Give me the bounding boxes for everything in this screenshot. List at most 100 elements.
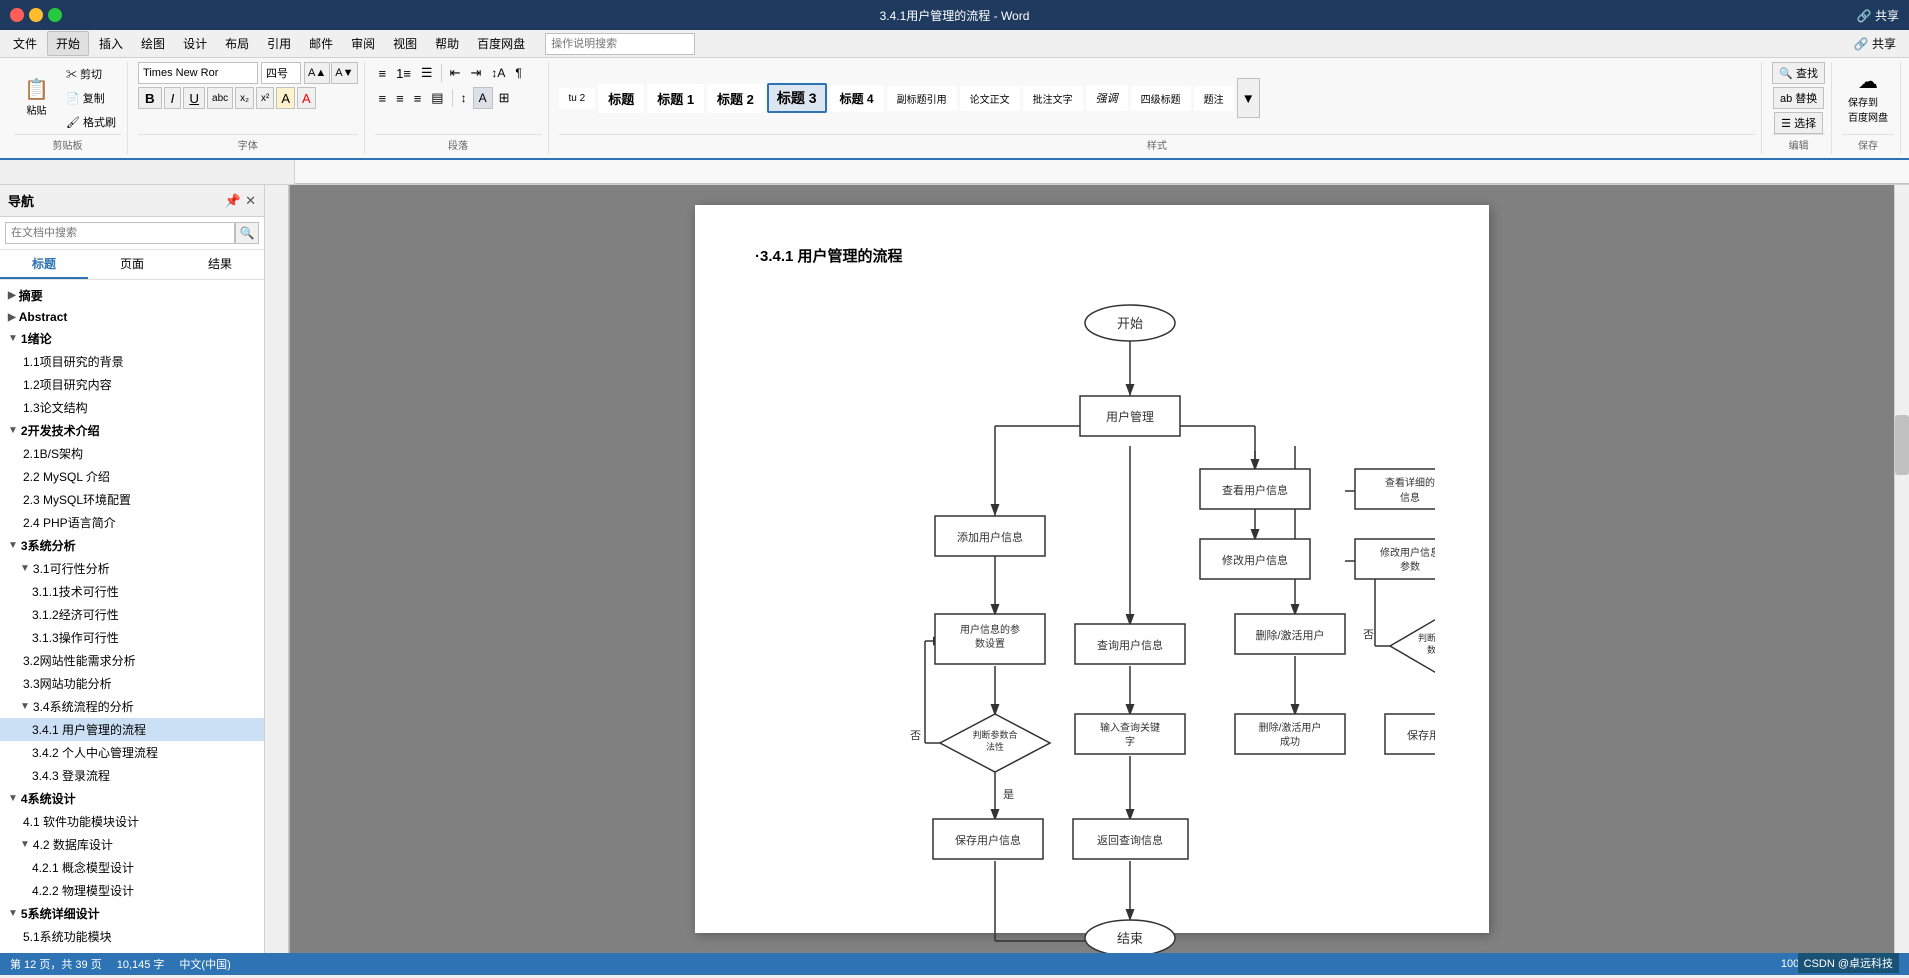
- menu-insert[interactable]: 插入: [91, 32, 131, 55]
- font-name-input[interactable]: [138, 62, 258, 84]
- sidebar-search-button[interactable]: 🔍: [235, 222, 259, 244]
- command-search[interactable]: [545, 33, 695, 55]
- menu-help[interactable]: 帮助: [427, 32, 467, 55]
- tree-item[interactable]: 3.1.1技术可行性: [0, 580, 264, 603]
- tree-item[interactable]: ▼1绪论: [0, 327, 264, 350]
- borders-button[interactable]: ⊞: [495, 87, 514, 109]
- tree-item[interactable]: ▼4系统设计: [0, 787, 264, 810]
- tree-item[interactable]: 1.1项目研究的背景: [0, 350, 264, 373]
- tree-item[interactable]: ▼4.2 数据库设计: [0, 833, 264, 856]
- font-grow-button[interactable]: A▲: [304, 62, 330, 84]
- decrease-indent-button[interactable]: ⇤: [446, 62, 465, 84]
- sidebar-tab-headings[interactable]: 标题: [0, 250, 88, 279]
- menu-design[interactable]: 设计: [175, 32, 215, 55]
- document-area[interactable]: ·3.4.1 用户管理的流程: [265, 185, 1894, 953]
- share-button[interactable]: 🔗 共享: [1857, 7, 1899, 24]
- tree-item[interactable]: 2.2 MySQL 介绍: [0, 465, 264, 488]
- font-shrink-button[interactable]: A▼: [331, 62, 357, 84]
- menu-mailings[interactable]: 邮件: [301, 32, 341, 55]
- style-h4[interactable]: 标题 4: [830, 85, 884, 112]
- style-h4b[interactable]: 四级标题: [1131, 86, 1191, 111]
- maximize-button[interactable]: [48, 8, 62, 22]
- tree-item[interactable]: ▼2开发技术介绍: [0, 419, 264, 442]
- minimize-button[interactable]: [29, 8, 43, 22]
- tree-item[interactable]: ▼5系统详细设计: [0, 902, 264, 925]
- tree-item[interactable]: 3.1.2经济可行性: [0, 603, 264, 626]
- sidebar-close-button[interactable]: ✕: [245, 193, 256, 209]
- tree-item[interactable]: ▼3.1可行性分析: [0, 557, 264, 580]
- bullets-button[interactable]: ≡: [375, 62, 391, 84]
- save-baidu-button[interactable]: ☁ 保存到百度网盘: [1842, 68, 1894, 128]
- align-center-button[interactable]: ≡: [392, 87, 408, 109]
- strikethrough-button[interactable]: abc: [207, 87, 233, 109]
- menu-references[interactable]: 引用: [259, 32, 299, 55]
- style-body[interactable]: 论文正文: [960, 86, 1020, 111]
- style-heading[interactable]: 标题: [598, 84, 644, 113]
- line-spacing-button[interactable]: ↕: [457, 87, 471, 109]
- scrollbar-thumb[interactable]: [1895, 415, 1909, 475]
- tree-item[interactable]: 2.3 MySQL环境配置: [0, 488, 264, 511]
- underline-button[interactable]: U: [183, 87, 205, 109]
- font-color-button[interactable]: A: [297, 87, 316, 109]
- style-h2[interactable]: 标题 2: [707, 84, 764, 113]
- menu-draw[interactable]: 绘图: [133, 32, 173, 55]
- font-size-input[interactable]: [261, 62, 301, 84]
- tree-item[interactable]: 3.4.3 登录流程: [0, 764, 264, 787]
- tree-item[interactable]: 4.2.2 物理模型设计: [0, 879, 264, 902]
- increase-indent-button[interactable]: ⇥: [466, 62, 485, 84]
- style-caption[interactable]: 题注: [1194, 86, 1234, 111]
- align-left-button[interactable]: ≡: [375, 87, 391, 109]
- menu-file[interactable]: 文件: [5, 32, 45, 55]
- bold-button[interactable]: B: [138, 87, 162, 109]
- style-emphasis[interactable]: 强调: [1086, 85, 1128, 111]
- tree-item[interactable]: ▼3系统分析: [0, 534, 264, 557]
- sidebar-pin-button[interactable]: 📌: [225, 193, 241, 209]
- tree-item[interactable]: ▶Abstract: [0, 307, 264, 327]
- sidebar-tab-pages[interactable]: 页面: [88, 250, 176, 279]
- menu-home[interactable]: 开始: [47, 31, 89, 56]
- cut-button[interactable]: ✂ 剪切: [61, 63, 121, 85]
- tree-item[interactable]: 3.3网站功能分析: [0, 672, 264, 695]
- tree-item[interactable]: 4.1 软件功能模块设计: [0, 810, 264, 833]
- tree-item[interactable]: 1.3论文结构: [0, 396, 264, 419]
- find-button[interactable]: 🔍 查找: [1772, 62, 1825, 84]
- tree-item[interactable]: 2.4 PHP语言简介: [0, 511, 264, 534]
- superscript-button[interactable]: x²: [256, 87, 274, 109]
- menu-baidu[interactable]: 百度网盘: [469, 32, 533, 55]
- sidebar-tab-results[interactable]: 结果: [176, 250, 264, 279]
- justify-button[interactable]: ▤: [427, 87, 447, 109]
- close-button[interactable]: [10, 8, 24, 22]
- menu-view[interactable]: 视图: [385, 32, 425, 55]
- tree-item[interactable]: 2.1B/S架构: [0, 442, 264, 465]
- italic-button[interactable]: I: [164, 87, 182, 109]
- tree-item[interactable]: 3.2网站性能需求分析: [0, 649, 264, 672]
- sidebar-search-input[interactable]: [5, 222, 235, 244]
- menu-review[interactable]: 审阅: [343, 32, 383, 55]
- align-right-button[interactable]: ≡: [410, 87, 426, 109]
- shading-button[interactable]: A: [473, 87, 493, 109]
- highlight-button[interactable]: A: [276, 87, 295, 109]
- tree-item[interactable]: 5.2管理员模块: [0, 948, 264, 953]
- pilcrow-button[interactable]: ¶: [511, 62, 525, 84]
- numbering-button[interactable]: 1≡: [392, 62, 415, 84]
- tree-item[interactable]: 3.4.2 个人中心管理流程: [0, 741, 264, 764]
- tree-item[interactable]: 4.2.1 概念模型设计: [0, 856, 264, 879]
- style-comment[interactable]: 批注文字: [1023, 86, 1083, 111]
- more-styles-button[interactable]: ▼: [1237, 78, 1260, 118]
- format-painter-button[interactable]: 🖌 格式刷: [61, 111, 121, 133]
- share-link[interactable]: 🔗 共享: [1846, 32, 1904, 55]
- tree-item[interactable]: 3.4.1 用户管理的流程: [0, 718, 264, 741]
- style-normal[interactable]: tu 2: [559, 88, 596, 109]
- style-h3[interactable]: 标题 3: [767, 83, 827, 113]
- paste-button[interactable]: 📋 粘贴: [14, 76, 59, 121]
- menu-layout[interactable]: 布局: [217, 32, 257, 55]
- select-button[interactable]: ☰ 选择: [1774, 112, 1823, 134]
- multilevel-list-button[interactable]: ☰: [417, 62, 437, 84]
- tree-item[interactable]: 1.2项目研究内容: [0, 373, 264, 396]
- tree-item[interactable]: 3.1.3操作可行性: [0, 626, 264, 649]
- tree-item[interactable]: ▼3.4系统流程的分析: [0, 695, 264, 718]
- vertical-scrollbar[interactable]: [1894, 185, 1909, 953]
- style-subtitle[interactable]: 副标题引用: [887, 86, 957, 111]
- style-h1[interactable]: 标题 1: [647, 84, 704, 113]
- copy-button[interactable]: 📄 复制: [61, 87, 121, 109]
